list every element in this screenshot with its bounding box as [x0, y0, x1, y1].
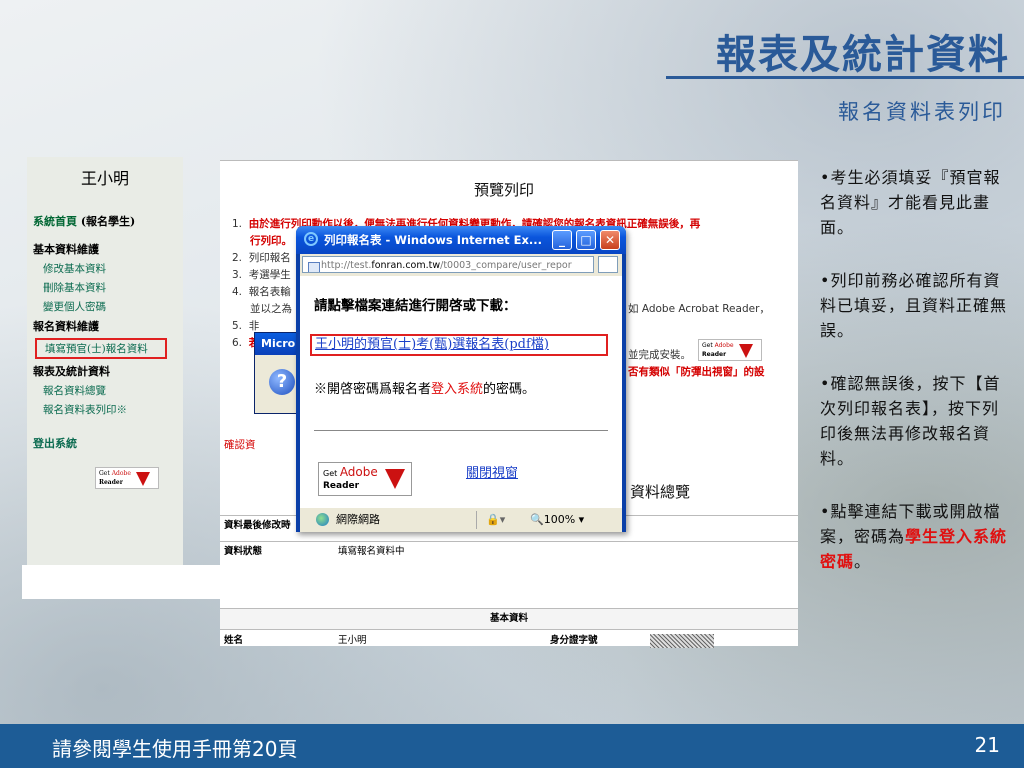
slide-title: 報表及統計資料 — [716, 31, 1010, 78]
internet-zone-icon — [316, 513, 329, 526]
user-name: 王小明 — [80, 169, 129, 188]
zoom-control[interactable]: 🔍100% ▾ — [530, 508, 584, 532]
adobe-brand-text: Adobe — [111, 470, 131, 477]
table-row: 資料狀態 填寫報名資料中 — [220, 541, 798, 562]
logout-link[interactable]: 登出系統 — [33, 435, 183, 451]
adobe-logo-icon — [136, 472, 150, 486]
status-separator — [476, 511, 477, 529]
nav-item-edit-basic[interactable]: 修改基本資料 — [43, 261, 183, 276]
confirm-text: 確認資 — [224, 439, 256, 451]
password-note: ※開啓密碼爲報名者登入系統的密碼。 — [314, 382, 536, 397]
get-adobe-reader-button[interactable]: Get Adobe Reader — [318, 462, 412, 496]
note-3: •確認無誤後，按下【首次列印報名表】，按下列印後無法再修改報名資料。 — [820, 374, 1001, 468]
masked-id-value — [650, 634, 714, 648]
close-window-link[interactable]: 關閉視窗 — [466, 462, 518, 481]
pdf-file-link[interactable]: 王小明的預官(士)考(甄)選報名表(pdf檔) — [310, 334, 608, 356]
title-underline — [666, 76, 1024, 79]
adobe-logo-icon — [739, 344, 753, 358]
notes-panel: •考生必須填妥『預官報名資料』才能看見此畫面。 •列印前務必確認所有資料已填妥，… — [820, 165, 1015, 602]
page-number: 21 — [974, 733, 1000, 757]
nav-home-label: 系統首頁 — [33, 215, 77, 228]
protected-mode-icon[interactable]: 🔒▾ — [486, 508, 505, 532]
get-adobe-reader-badge[interactable]: Get Adobe Reader — [95, 467, 159, 489]
minimize-button[interactable]: _ — [552, 230, 572, 250]
nav-section-registration: 報名資料維護 — [33, 320, 99, 333]
print-preview-title: 預覽列印 — [474, 181, 535, 199]
ie-popup-window: e 列印報名表 - Windows Internet Ex... _ □ ✕ h… — [296, 226, 626, 532]
adobe-logo-icon — [385, 469, 405, 489]
nav-home-role: (報名學生) — [80, 215, 136, 228]
zone-label: 網際網路 — [336, 513, 380, 526]
url-field[interactable]: http://test.fonran.com.tw/t0003_compare/… — [302, 256, 594, 273]
popup-warning-fragment: 否有類似「防彈出視窗」的設 — [628, 366, 765, 378]
page-status-icon[interactable] — [598, 256, 618, 273]
overview-title: 資料總覽 — [630, 483, 691, 501]
note-4: •點擊連結下載或開啟檔案，密碼為學生登入系統密碼。 — [820, 502, 1008, 571]
ie-logo-icon: e — [304, 232, 318, 246]
nav-section-basic: 基本資料維護 — [33, 243, 99, 256]
divider — [314, 430, 608, 431]
note-2: •列印前務必確認所有資料已填妥，且資料正確無誤。 — [820, 271, 1008, 340]
close-window-button[interactable]: ✕ — [600, 230, 620, 250]
left-nav-panel: 王小明 系統首頁 (報名學生) 基本資料維護 修改基本資料 刪除基本資料 變更個… — [27, 157, 183, 565]
maximize-button[interactable]: □ — [576, 230, 596, 250]
question-icon: ? — [269, 369, 295, 395]
adobe-get-text: Get — [99, 470, 110, 477]
note-1: •考生必須填妥『預官報名資料』才能看見此畫面。 — [820, 168, 1001, 237]
nav-home-link[interactable]: 系統首頁 (報名學生) — [33, 213, 183, 229]
basic-info-header: 基本資料 — [220, 608, 798, 630]
nav-item-change-password[interactable]: 變更個人密碼 — [43, 299, 183, 314]
nav-section-reports: 報表及統計資料 — [33, 365, 110, 378]
status-bar: 網際網路 🔒▾ 🔍100% ▾ — [300, 508, 622, 532]
footer-reference: 請參閱學生使用手冊第20頁 — [52, 737, 298, 761]
popup-content: 請點擊檔案連結進行開啓或下載： 王小明的預官(士)考(甄)選報名表(pdf檔) … — [300, 276, 622, 508]
nav-item-delete-basic[interactable]: 刪除基本資料 — [43, 280, 183, 295]
page-icon — [308, 262, 320, 272]
white-strip — [22, 565, 222, 599]
adobe-reader-text: Reader — [99, 479, 123, 486]
download-heading: 請點擊檔案連結進行開啓或下載： — [314, 298, 517, 314]
slide-subtitle: 報名資料表列印 — [838, 100, 1006, 124]
get-adobe-reader-inline[interactable]: Get Adobe Reader — [698, 339, 762, 361]
nav-item-overview[interactable]: 報名資料總覽 — [43, 383, 183, 398]
nav-item-print[interactable]: 報名資料表列印※ — [43, 402, 183, 417]
popup-title-bar[interactable]: e 列印報名表 - Windows Internet Ex... _ □ ✕ — [296, 226, 626, 254]
install-fragment: 並完成安裝。 — [628, 349, 691, 361]
acrobat-fragment: 如 Adobe Acrobat Reader， — [628, 303, 770, 315]
nav-item-fill-registration[interactable]: 填寫預官(士)報名資料 — [35, 338, 167, 359]
popup-title-text: 列印報名表 - Windows Internet Ex... — [324, 233, 542, 247]
table-row: 姓名 王小明 身分證字號 — [220, 631, 798, 651]
footer-bar: 請參閱學生使用手冊第20頁 21 — [0, 724, 1024, 768]
address-bar: http://test.fonran.com.tw/t0003_compare/… — [300, 254, 622, 276]
